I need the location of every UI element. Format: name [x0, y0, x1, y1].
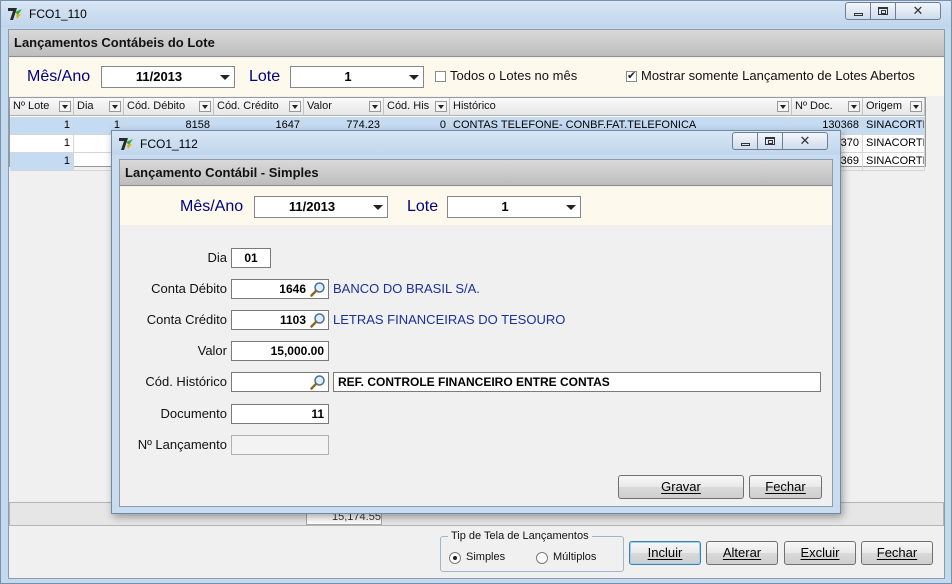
documento-field[interactable]: 11 — [231, 404, 329, 424]
column-header-lote[interactable]: Nº Lote — [10, 98, 74, 116]
dialog-window-title: FCO1_112 — [140, 137, 198, 151]
valor-label: Valor — [197, 343, 227, 358]
magnifier-icon[interactable] — [310, 281, 326, 297]
cell-origem: SINACORTE — [863, 117, 925, 135]
n-lancamento-label: Nº Lançamento — [137, 437, 227, 452]
minimize-icon — [853, 12, 863, 16]
filter-dropdown-icon[interactable] — [848, 101, 860, 112]
column-header-cod-credito[interactable]: Cód. Crédito — [214, 98, 304, 116]
column-header-cod-debito[interactable]: Cód. Débito — [124, 98, 214, 116]
chevron-down-icon[interactable] — [220, 75, 230, 80]
maximize-icon — [765, 137, 775, 145]
filter-dropdown-icon[interactable] — [777, 101, 789, 112]
filter-dropdown-icon[interactable] — [289, 101, 301, 112]
dialog-window: FCO1_112 ✕ Lançamento Contábil - Simples… — [111, 130, 841, 514]
historico-text-field[interactable]: REF. CONTROLE FINANCEIRO ENTRE CONTAS — [333, 372, 821, 392]
close-icon: ✕ — [912, 3, 924, 18]
dialog-lote-combo[interactable]: 1 — [447, 196, 581, 218]
tipo-tela-group-label: Tip de Tela de Lançamentos — [448, 530, 592, 542]
main-filter-bar: Mês/Ano 11/2013 Lote 1 Todos o Lotes no … — [9, 58, 944, 96]
filter-dropdown-icon[interactable] — [910, 101, 922, 112]
filter-dropdown-icon[interactable] — [109, 101, 121, 112]
dialog-minimize-button[interactable] — [732, 132, 758, 150]
dialog-lote-value: 1 — [501, 199, 509, 214]
somente-abertos-checkbox[interactable] — [626, 69, 637, 82]
chevron-down-icon[interactable] — [409, 75, 419, 80]
column-header-origem[interactable]: Origem — [863, 98, 925, 116]
incluir-button[interactable]: Incluir — [629, 541, 701, 565]
column-header-n-doc[interactable]: Nº Doc. — [792, 98, 863, 116]
chevron-down-icon[interactable] — [566, 205, 576, 210]
grid-header: Nº Lote Dia Cód. Débito Cód. Crédito Val… — [10, 98, 925, 116]
main-window-title: FCO1_110 — [29, 7, 87, 21]
dia-field[interactable]: 01 — [231, 248, 271, 268]
dialog-mes-ano-combo[interactable]: 11/2013 — [254, 196, 388, 218]
conta-debito-label: Conta Débito — [151, 281, 227, 296]
cell-origem: SINACORTE — [863, 153, 925, 171]
main-maximize-button[interactable] — [871, 2, 896, 20]
cell-lote: 1 — [10, 117, 74, 135]
lote-label: Lote — [249, 68, 281, 85]
fechar-dialog-button[interactable]: Fechar — [749, 475, 822, 499]
magnifier-icon[interactable] — [310, 374, 326, 390]
radio-simples-label[interactable]: Simples — [466, 551, 505, 563]
app-logo-icon — [7, 6, 23, 22]
conta-debito-description: BANCO DO BRASIL S/A. — [333, 281, 480, 296]
conta-credito-label: Conta Crédito — [146, 312, 227, 327]
magnifier-icon[interactable] — [310, 312, 326, 328]
conta-credito-description: LETRAS FINANCEIRAS DO TESOURO — [333, 312, 566, 327]
main-minimize-button[interactable] — [845, 2, 871, 20]
column-header-valor[interactable]: Valor — [304, 98, 384, 116]
dialog-panel-title: Lançamento Contábil - Simples — [120, 160, 832, 186]
documento-label: Documento — [160, 406, 227, 421]
todos-lotes-checkbox[interactable] — [435, 71, 446, 82]
cell-origem: SINACORTE — [863, 135, 925, 153]
dia-label: Dia — [207, 250, 227, 265]
todos-lotes-label[interactable]: Todos o Lotes no mês — [450, 68, 577, 83]
alterar-button[interactable]: Alterar — [706, 541, 778, 565]
dialog-client-area: Lançamento Contábil - Simples Mês/Ano 11… — [119, 159, 833, 507]
cell-lote: 1 — [10, 135, 74, 153]
mes-ano-label: Mês/Ano — [27, 68, 91, 85]
filter-dropdown-icon[interactable] — [59, 101, 71, 112]
column-header-cod-his[interactable]: Cód. His — [384, 98, 450, 116]
filter-dropdown-icon[interactable] — [435, 101, 447, 112]
dialog-mes-ano-label: Mês/Ano — [180, 198, 244, 215]
minimize-icon — [740, 142, 750, 146]
dialog-filter-bar: Mês/Ano 11/2013 Lote 1 — [120, 187, 832, 225]
radio-multiplos-label[interactable]: Múltiplos — [553, 551, 596, 563]
cod-historico-label: Cód. Histórico — [145, 374, 227, 389]
dialog-lote-label: Lote — [407, 198, 439, 215]
somente-abertos-label[interactable]: Mostrar somente Lançamento de Lotes Aber… — [641, 68, 915, 83]
main-titlebar[interactable]: FCO1_110 ✕ — [1, 1, 951, 27]
cell-lote: 1 — [10, 153, 74, 171]
radio-multiplos[interactable] — [536, 552, 548, 564]
lote-combo[interactable]: 1 — [290, 66, 424, 88]
lote-value: 1 — [344, 69, 352, 84]
dialog-maximize-button[interactable] — [758, 132, 783, 150]
mes-ano-value: 11/2013 — [135, 69, 183, 84]
gravar-button[interactable]: Gravar — [618, 475, 744, 499]
dialog-titlebar[interactable]: FCO1_112 ✕ — [112, 131, 840, 155]
main-close-button[interactable]: ✕ — [896, 2, 941, 20]
column-header-dia[interactable]: Dia — [74, 98, 124, 116]
excluir-button[interactable]: Excluir — [784, 541, 856, 565]
filter-dropdown-icon[interactable] — [369, 101, 381, 112]
filter-dropdown-icon[interactable] — [199, 101, 211, 112]
chevron-down-icon[interactable] — [373, 205, 383, 210]
n-lancamento-field — [231, 435, 329, 455]
maximize-icon — [878, 7, 888, 15]
close-icon: ✕ — [799, 133, 811, 148]
fechar-main-button[interactable]: Fechar — [861, 541, 933, 565]
dialog-close-button[interactable]: ✕ — [783, 132, 828, 150]
mes-ano-combo[interactable]: 11/2013 — [101, 66, 235, 88]
radio-simples[interactable] — [449, 552, 461, 564]
main-panel-title: Lançamentos Contábeis do Lote — [9, 30, 944, 57]
dialog-mes-ano-value: 11/2013 — [288, 199, 336, 214]
valor-field[interactable]: 15,000.00 — [231, 341, 329, 361]
app-logo-icon — [118, 136, 134, 152]
column-header-historico[interactable]: Histórico — [450, 98, 792, 116]
